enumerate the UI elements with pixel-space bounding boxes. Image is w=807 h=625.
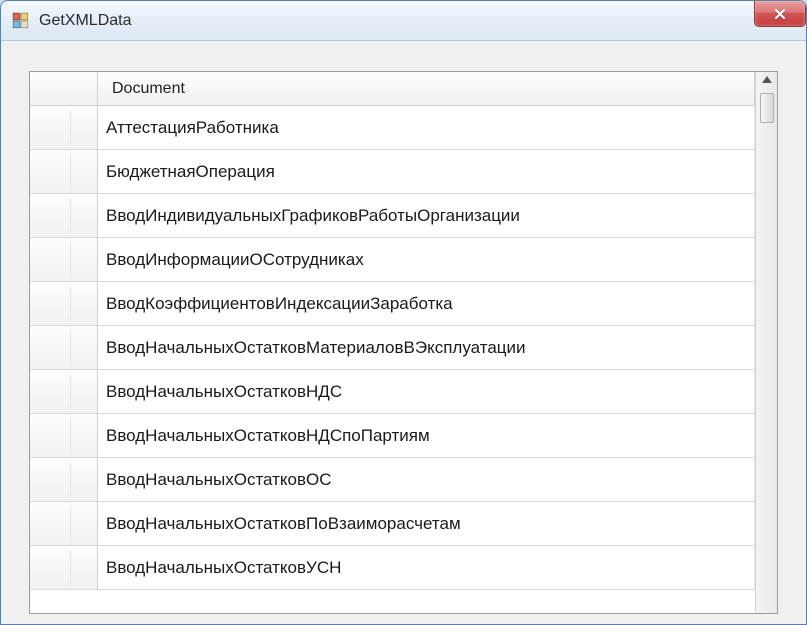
row-header[interactable]	[30, 458, 98, 501]
table-row[interactable]: ВводИндивидуальныхГрафиковРаботыОрганиза…	[30, 194, 755, 238]
close-icon	[773, 7, 787, 21]
table-row[interactable]: ВводНачальныхОстатковНДС	[30, 370, 755, 414]
cell-document[interactable]: ВводИндивидуальныхГрафиковРаботыОрганиза…	[98, 194, 755, 237]
cell-document[interactable]: ВводНачальныхОстатковНДСпоПартиям	[98, 414, 755, 457]
table-row[interactable]: ВводНачальныхОстатковНДСпоПартиям	[30, 414, 755, 458]
row-header[interactable]	[30, 414, 98, 457]
table-row[interactable]: ВводНачальныхОстатковОС	[30, 458, 755, 502]
cell-document[interactable]: ВводНачальныхОстатковНДС	[98, 370, 755, 413]
title-bar[interactable]: GetXMLData	[1, 1, 806, 41]
close-button[interactable]	[754, 1, 806, 27]
table-row[interactable]: ВводНачальныхОстатковМатериаловВЭксплуат…	[30, 326, 755, 370]
grid-main: Document АттестацияРаботника БюджетнаяОп…	[30, 72, 755, 613]
grid-header-row: Document	[30, 72, 755, 106]
row-header[interactable]	[30, 326, 98, 369]
cell-document[interactable]: ВводКоэффициентовИндексацииЗаработка	[98, 282, 755, 325]
cell-document[interactable]: ВводНачальныхОстатковПоВзаиморасчетам	[98, 502, 755, 545]
cell-document[interactable]: ВводНачальныхОстатковУСН	[98, 546, 755, 589]
table-row[interactable]: АттестацияРаботника	[30, 106, 755, 150]
row-header[interactable]	[30, 150, 98, 193]
row-header[interactable]	[30, 282, 98, 325]
row-header[interactable]	[30, 370, 98, 413]
table-row[interactable]: ВводНачальныхОстатковУСН	[30, 546, 755, 590]
cell-document[interactable]: АттестацияРаботника	[98, 106, 755, 149]
cell-document[interactable]: ВводИнформацииОСотрудниках	[98, 238, 755, 281]
row-header[interactable]	[30, 502, 98, 545]
table-row[interactable]: БюджетнаяОперация	[30, 150, 755, 194]
row-header[interactable]	[30, 106, 98, 149]
cell-document[interactable]: БюджетнаяОперация	[98, 150, 755, 193]
cell-document[interactable]: ВводНачальныхОстатковОС	[98, 458, 755, 501]
vertical-scrollbar[interactable]	[755, 72, 777, 613]
table-row[interactable]: ВводНачальныхОстатковПоВзаиморасчетам	[30, 502, 755, 546]
row-header[interactable]	[30, 194, 98, 237]
client-area: Document АттестацияРаботника БюджетнаяОп…	[1, 41, 806, 624]
scroll-thumb[interactable]	[760, 93, 774, 123]
window-title: GetXMLData	[39, 12, 802, 30]
row-header[interactable]	[30, 238, 98, 281]
row-header[interactable]	[30, 546, 98, 589]
grid-body: АттестацияРаботника БюджетнаяОперация Вв…	[30, 106, 755, 613]
table-row[interactable]: ВводИнформацииОСотрудниках	[30, 238, 755, 282]
app-window: GetXMLData Document АттестацияРаботника	[0, 0, 807, 625]
data-grid[interactable]: Document АттестацияРаботника БюджетнаяОп…	[29, 71, 778, 614]
table-row[interactable]: ВводКоэффициентовИндексацииЗаработка	[30, 282, 755, 326]
column-header-document[interactable]: Document	[98, 72, 755, 105]
cell-document[interactable]: ВводНачальныхОстатковМатериаловВЭксплуат…	[98, 326, 755, 369]
grid-corner[interactable]	[30, 72, 98, 105]
app-icon	[11, 11, 31, 31]
scroll-up-icon[interactable]	[762, 76, 772, 83]
